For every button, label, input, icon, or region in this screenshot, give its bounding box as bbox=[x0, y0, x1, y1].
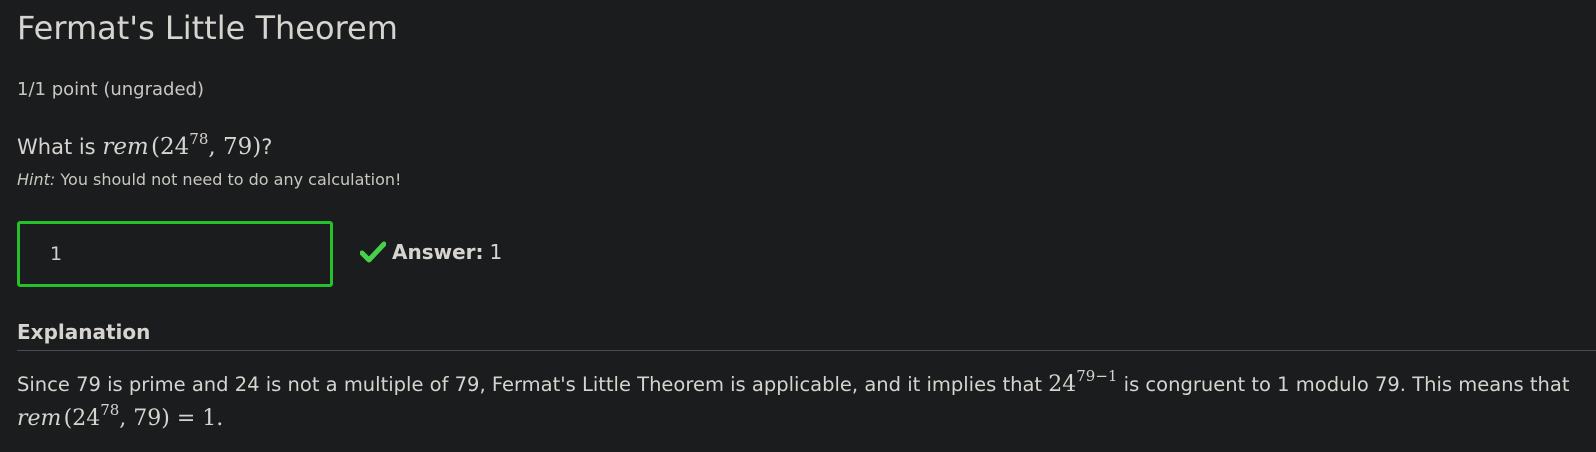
question-math-exp: 78 bbox=[189, 130, 209, 148]
explanation-math-1-exp: 79−1 bbox=[1076, 367, 1118, 385]
problem-score: 1/1 point (ungraded) bbox=[17, 79, 204, 100]
hint-text: Hint: You should not need to do any calc… bbox=[17, 170, 401, 189]
explanation-math-2-fn: rem bbox=[17, 406, 62, 431]
question-prefix: What is bbox=[17, 135, 96, 159]
question-text: What is rem (2478, 79)? bbox=[17, 132, 273, 161]
explanation-math-1: 2479−1 bbox=[1048, 369, 1117, 398]
explanation-math-1-base: 24 bbox=[1048, 372, 1077, 397]
question-math-open: (24 bbox=[151, 134, 190, 160]
answer-value: 1 bbox=[489, 240, 503, 264]
hint-body: You should not need to do any calculatio… bbox=[60, 170, 402, 189]
checkmark-icon bbox=[360, 241, 386, 263]
question-math-fn: rem bbox=[102, 134, 149, 160]
hint-label: Hint: bbox=[17, 170, 56, 189]
explanation-math-2-exp: 78 bbox=[100, 401, 120, 419]
explanation-divider bbox=[17, 350, 1596, 351]
answer-status: Answer: 1 bbox=[360, 240, 502, 264]
explanation-text-1: Since 79 is prime and 24 is not a multip… bbox=[17, 373, 1049, 396]
explanation-math-2: rem (2478, 79) = 1. bbox=[17, 403, 224, 432]
problem-title: Fermat's Little Theorem bbox=[17, 9, 398, 47]
question-math: rem (2478, 79) bbox=[102, 132, 262, 161]
explanation-body: Since 79 is prime and 24 is not a multip… bbox=[17, 368, 1577, 436]
answer-label: Answer: bbox=[392, 240, 484, 264]
explanation-text-2: is congruent to 1 modulo 79. This means … bbox=[1117, 373, 1570, 396]
question-suffix: ? bbox=[261, 135, 273, 159]
explanation-math-2-rest: , 79) = 1. bbox=[119, 406, 224, 431]
explanation-heading: Explanation bbox=[17, 320, 151, 344]
explanation-math-2-open: (24 bbox=[63, 406, 101, 431]
answer-input[interactable] bbox=[17, 221, 333, 287]
question-math-rest: , 79) bbox=[208, 134, 262, 160]
problem-page: Fermat's Little Theorem 1/1 point (ungra… bbox=[0, 0, 1596, 452]
